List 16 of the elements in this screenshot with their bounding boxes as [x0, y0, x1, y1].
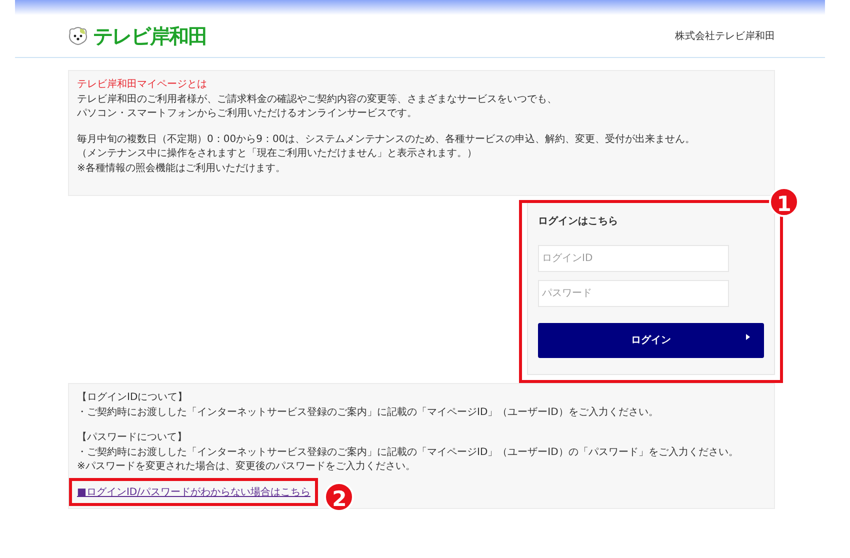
arrow-icon: [746, 334, 750, 340]
login-id-field[interactable]: ログインID: [538, 245, 729, 272]
logo-text: テレビ岸和田: [93, 23, 207, 50]
callout-number: 1: [769, 187, 799, 217]
login-button[interactable]: ログイン: [538, 323, 764, 358]
login-heading: ログインはこちら: [538, 215, 619, 229]
dog-icon: [67, 25, 89, 47]
info-title: テレビ岸和田マイページとは: [77, 78, 208, 92]
help-link[interactable]: ■ログインID/パスワードがわからない場合はこちら: [77, 486, 310, 498]
company-name: 株式会社テレビ岸和田: [675, 30, 775, 44]
paragraph-text: 毎月中旬の複数日（不定期）0：00から9：00は、システムメンテナンスのため、各種サービスの申込、解約、変更、受付が出来ません。 （メンテナンス中に操作をされますと「現在ご利用いただけません」と表示されます。） ※各種情報の照会機能はご利用いただけます。: [77, 132, 696, 176]
callout-number: 2: [324, 482, 354, 512]
password-field[interactable]: パスワード: [538, 280, 729, 307]
paragraph-text: 【ログインIDについて】 ・ご契約時にお渡しした「インターネットサービス登録のご案内」に記載の「マイページID」（ユーザーID）をご入力ください。: [77, 391, 660, 420]
paragraph-text: 【パスワードについて】 ・ご契約時にお渡しした「インターネットサービス登録のご案内」に記載の「マイページID」（ユーザーID）の「パスワード」をご入力ください。 ※パスワードを変更された場合は、変更後のパスワードをご入力ください。: [77, 431, 740, 474]
paragraph-text: テレビ岸和田のご利用者様が、ご請求料金の確認やご契約内容の変更等、さまざまなサービスをいつでも、 パソコン・スマートフォンからご利用いただけるオンラインサービスです。: [77, 92, 558, 121]
